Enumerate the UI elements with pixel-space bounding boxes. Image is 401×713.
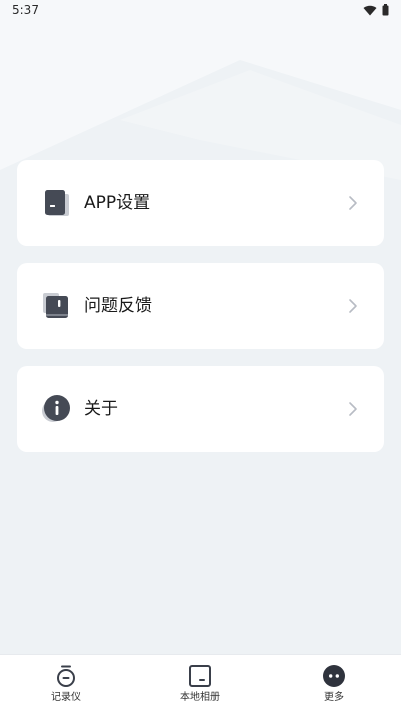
nav-item-more[interactable]: 更多 [294, 664, 374, 710]
chevron-right-icon [349, 402, 357, 416]
background [0, 0, 401, 713]
nav-label: 记录仪 [51, 692, 81, 703]
menu-item-label: 关于 [84, 399, 118, 419]
chevron-right-icon [349, 299, 357, 313]
status-time: 5:37 [12, 3, 39, 17]
menu-item-app-settings[interactable]: APP设置 [17, 160, 384, 246]
more-icon [323, 665, 345, 687]
menu-item-feedback[interactable]: 问题反馈 [17, 263, 384, 349]
nav-label: 本地相册 [180, 692, 220, 703]
menu-item-label: 问题反馈 [84, 296, 152, 316]
status-icons [363, 4, 389, 16]
app-settings-icon [45, 190, 69, 216]
status-bar: 5:37 [0, 0, 401, 22]
menu-item-about[interactable]: 关于 [17, 366, 384, 452]
chevron-right-icon [349, 196, 357, 210]
wifi-icon [363, 5, 377, 15]
menu-item-label: APP设置 [84, 193, 151, 213]
nav-item-album[interactable]: 本地相册 [160, 664, 240, 710]
feedback-book-icon [43, 293, 68, 318]
nav-label: 更多 [324, 692, 344, 703]
battery-icon [382, 4, 389, 16]
info-icon [42, 395, 70, 422]
album-icon [189, 665, 211, 687]
nav-item-recorder[interactable]: 记录仪 [26, 664, 106, 710]
recorder-icon [57, 665, 75, 687]
bottom-nav: 记录仪 本地相册 更多 [0, 654, 401, 713]
